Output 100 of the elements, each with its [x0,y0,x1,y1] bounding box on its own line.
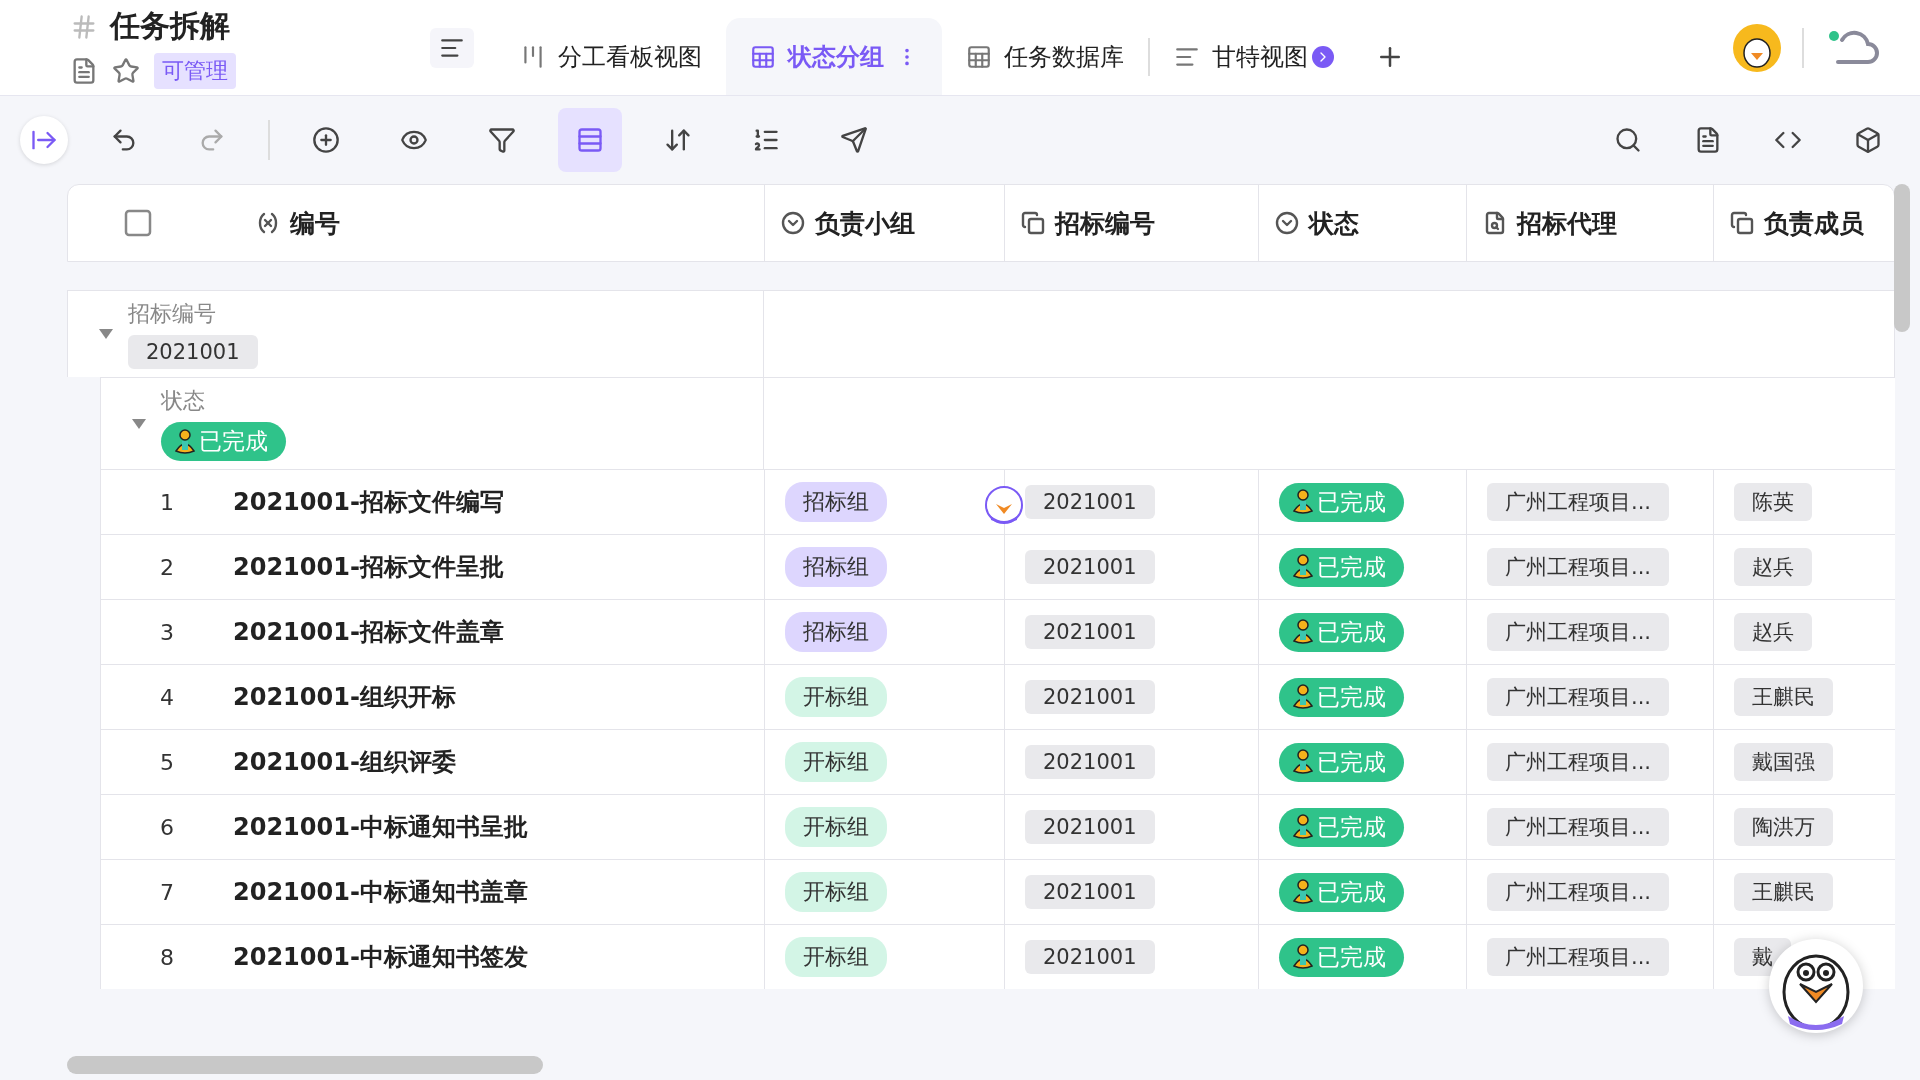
bid-number-tag: 2021001 [1025,550,1155,584]
avatar-icon[interactable] [1732,22,1782,73]
select-all-checkbox[interactable] [124,209,152,237]
column-header[interactable]: 编号 [208,185,764,261]
column-title: 招标编号 [1055,207,1155,240]
row-number: 4 [159,684,175,710]
horizontal-scrollbar[interactable] [67,1056,543,1074]
formula-icon [256,211,280,235]
status-tag: 已完成 [1279,547,1404,587]
star-icon[interactable] [112,57,140,85]
vertical-scrollbar[interactable] [1894,184,1910,332]
task-title: 2021001-组织评委 [233,747,456,778]
rows-icon [576,126,604,154]
bid-number-tag: 2021001 [1025,875,1155,909]
row-number: 3 [159,619,175,645]
member-tag: 赵兵 [1734,548,1812,586]
status-tag: 已完成 [1279,807,1404,847]
row-number: 1 [159,489,175,515]
row-number: 6 [159,814,175,840]
link-icon [1730,211,1754,235]
table-icon [750,43,776,70]
row-number: 5 [159,749,175,775]
cube-icon [1854,126,1882,154]
figure-icon [1291,944,1315,970]
status-tag: 已完成 [1279,742,1404,782]
column-title: 负责小组 [815,207,915,240]
group-field-label: 状态 [161,387,205,415]
status-tag: 已完成 [1279,612,1404,652]
figure-icon [1291,879,1315,905]
view-tab[interactable]: 分工看板视图 [496,18,726,95]
figure-icon [1291,684,1315,710]
view-tab[interactable]: 状态分组 [726,18,942,95]
view-tab[interactable]: 甘特视图 [1150,18,1358,95]
team-tag: 开标组 [785,677,887,717]
team-tag: 招标组 [785,612,887,652]
column-header[interactable]: 招标编号 [1004,185,1258,261]
dropdown-icon [1275,211,1299,235]
member-tag: 戴国强 [1734,743,1833,781]
figure-icon [1291,489,1315,515]
bid-number-tag: 2021001 [1025,615,1155,649]
team-tag: 招标组 [785,547,887,587]
agent-tag: 广州工程项目... [1487,483,1670,521]
status-tag: 已完成 [1279,482,1404,522]
sidebar-toggle-button[interactable] [20,116,68,164]
column-title: 招标代理 [1517,207,1617,240]
member-tag: 王麒民 [1734,678,1833,716]
scroll-right-badge[interactable] [1312,45,1334,68]
bid-number-tag: 2021001 [1025,810,1155,844]
team-tag: 开标组 [785,742,887,782]
send-icon [840,126,868,154]
task-title: 2021001-中标通知书盖章 [233,877,528,908]
permission-badge: 可管理 [154,53,236,89]
rows-button[interactable] [558,108,622,172]
agent-tag: 广州工程项目... [1487,743,1670,781]
team-tag: 招标组 [785,482,887,522]
figure-icon [1291,749,1315,775]
view-tab[interactable]: 任务数据库 [942,18,1148,95]
status-tag: 已完成 [161,422,286,461]
filter-icon [488,126,516,154]
member-tag: 陈英 [1734,483,1812,521]
group-field-label: 招标编号 [128,300,216,328]
team-tag: 开标组 [785,872,887,912]
task-title: 2021001-招标文件编写 [233,487,504,518]
bid-number-tag: 2021001 [1025,485,1155,519]
team-tag: 开标组 [785,937,887,977]
search-icon [1614,126,1642,154]
column-title: 负责成员 [1764,207,1864,240]
lookup-icon [1483,211,1507,235]
collapse-triangle-icon[interactable] [98,328,114,340]
task-title: 2021001-招标文件盖章 [233,617,504,648]
task-title: 2021001-中标通知书呈批 [233,812,528,843]
add-icon [312,126,340,154]
row-number: 8 [159,944,175,970]
document-title: 任务拆解 [110,7,230,45]
status-tag: 已完成 [1279,872,1404,912]
column-header[interactable]: 招标代理 [1466,185,1713,261]
agent-tag: 广州工程项目... [1487,808,1670,846]
dropdown-icon [781,211,805,235]
member-tag: 陶洪万 [1734,808,1833,846]
member-tag: 赵兵 [1734,613,1812,651]
task-title: 2021001-中标通知书签发 [233,942,528,973]
column-header[interactable]: 负责小组 [764,185,1004,261]
agent-tag: 广州工程项目... [1487,548,1670,586]
figure-icon [173,428,197,455]
figure-icon [1291,814,1315,840]
agent-tag: 广州工程项目... [1487,613,1670,651]
column-title: 状态 [1309,207,1359,240]
agent-tag: 广州工程项目... [1487,873,1670,911]
figure-icon [1291,619,1315,645]
group-value: 2021001 [128,335,258,369]
link-icon [1021,211,1045,235]
bid-number-tag: 2021001 [1025,745,1155,779]
agent-tag: 广州工程项目... [1487,678,1670,716]
column-header[interactable]: 状态 [1258,185,1466,261]
collapse-triangle-icon[interactable] [131,417,147,430]
column-title: 编号 [290,207,340,240]
menu-button[interactable] [430,27,474,68]
status-tag: 已完成 [1279,937,1404,977]
table-icon [966,43,992,70]
bid-number-tag: 2021001 [1025,680,1155,714]
